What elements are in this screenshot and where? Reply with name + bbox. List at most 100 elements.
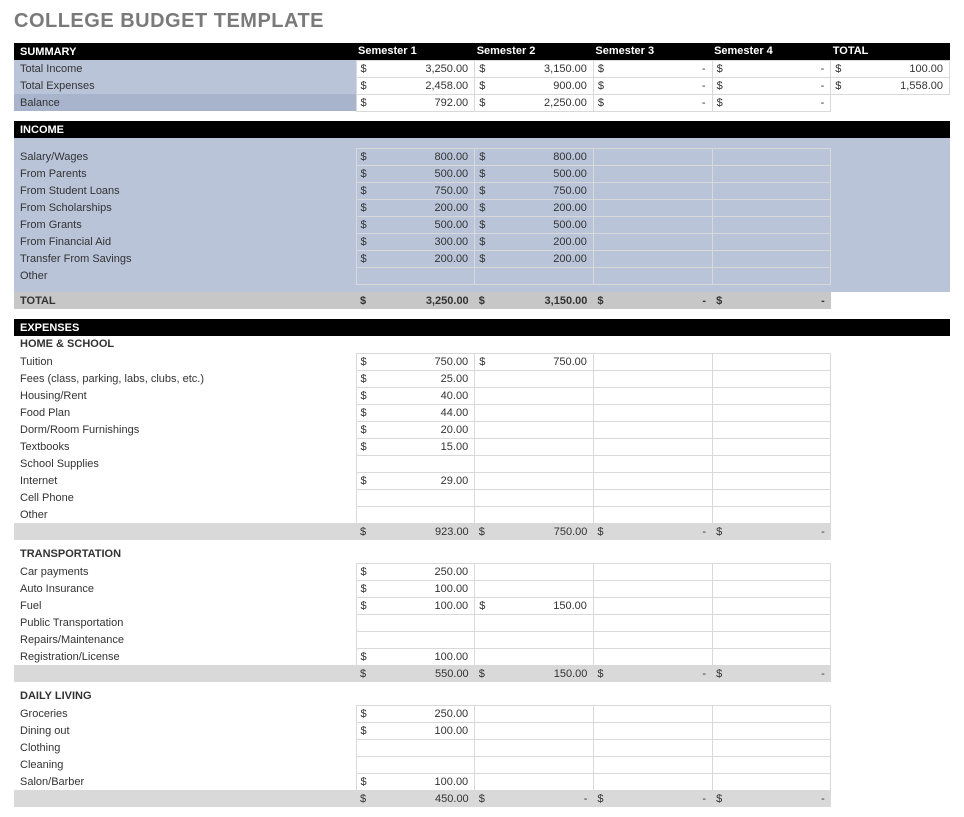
money-cell[interactable] <box>712 267 831 284</box>
money-cell[interactable] <box>593 199 712 216</box>
money-cell[interactable] <box>475 648 594 665</box>
money-cell[interactable] <box>712 148 831 165</box>
money-cell[interactable]: $100.00 <box>356 597 475 614</box>
money-cell[interactable]: $250.00 <box>356 705 475 722</box>
money-cell[interactable] <box>712 421 831 438</box>
money-cell[interactable] <box>593 489 712 506</box>
money-cell[interactable] <box>712 614 831 631</box>
money-cell[interactable]: $200.00 <box>475 233 594 250</box>
money-cell[interactable] <box>356 631 475 648</box>
money-cell[interactable] <box>356 756 475 773</box>
money-cell[interactable] <box>712 250 831 267</box>
money-cell[interactable] <box>475 739 594 756</box>
money-cell[interactable]: $29.00 <box>356 472 475 489</box>
money-cell[interactable] <box>356 739 475 756</box>
money-cell[interactable] <box>475 438 594 455</box>
money-cell[interactable]: $300.00 <box>356 233 475 250</box>
money-cell[interactable]: $750.00 <box>356 182 475 199</box>
money-cell[interactable] <box>593 182 712 199</box>
money-cell[interactable] <box>593 614 712 631</box>
money-cell[interactable]: $15.00 <box>356 438 475 455</box>
money-cell[interactable] <box>593 370 712 387</box>
money-cell[interactable]: $100.00 <box>356 773 475 790</box>
money-cell[interactable] <box>712 438 831 455</box>
money-cell[interactable] <box>712 472 831 489</box>
money-cell[interactable] <box>593 722 712 739</box>
money-cell[interactable] <box>475 421 594 438</box>
money-cell[interactable] <box>712 182 831 199</box>
money-cell[interactable] <box>593 773 712 790</box>
money-cell[interactable] <box>712 739 831 756</box>
money-cell[interactable] <box>593 148 712 165</box>
money-cell[interactable] <box>712 455 831 472</box>
money-cell[interactable] <box>593 165 712 182</box>
money-cell[interactable]: $200.00 <box>356 199 475 216</box>
money-cell[interactable] <box>475 455 594 472</box>
money-cell[interactable] <box>593 739 712 756</box>
money-cell[interactable] <box>712 597 831 614</box>
money-cell[interactable] <box>593 267 712 284</box>
money-cell[interactable]: $44.00 <box>356 404 475 421</box>
money-cell[interactable]: $100.00 <box>356 648 475 665</box>
money-cell[interactable] <box>475 563 594 580</box>
money-cell[interactable] <box>475 267 594 284</box>
money-cell[interactable] <box>593 597 712 614</box>
money-cell[interactable] <box>712 705 831 722</box>
money-cell[interactable] <box>593 216 712 233</box>
money-cell[interactable]: $750.00 <box>475 353 594 370</box>
money-cell[interactable]: $500.00 <box>356 165 475 182</box>
money-cell[interactable] <box>593 756 712 773</box>
money-cell[interactable] <box>593 250 712 267</box>
money-cell[interactable]: $500.00 <box>475 216 594 233</box>
money-cell[interactable]: $150.00 <box>475 597 594 614</box>
money-cell[interactable] <box>712 404 831 421</box>
money-cell[interactable] <box>593 631 712 648</box>
money-cell[interactable]: $800.00 <box>356 148 475 165</box>
money-cell[interactable]: $200.00 <box>356 250 475 267</box>
money-cell[interactable] <box>356 455 475 472</box>
money-cell[interactable] <box>593 421 712 438</box>
money-cell[interactable] <box>712 353 831 370</box>
money-cell[interactable] <box>712 631 831 648</box>
money-cell[interactable] <box>712 199 831 216</box>
money-cell[interactable] <box>712 387 831 404</box>
money-cell[interactable]: $800.00 <box>475 148 594 165</box>
money-cell[interactable] <box>712 580 831 597</box>
money-cell[interactable] <box>593 438 712 455</box>
money-cell[interactable] <box>593 233 712 250</box>
money-cell[interactable] <box>593 705 712 722</box>
money-cell[interactable] <box>475 472 594 489</box>
money-cell[interactable] <box>593 580 712 597</box>
money-cell[interactable]: $200.00 <box>475 199 594 216</box>
money-cell[interactable]: $500.00 <box>475 165 594 182</box>
money-cell[interactable]: $20.00 <box>356 421 475 438</box>
money-cell[interactable] <box>712 756 831 773</box>
money-cell[interactable]: $25.00 <box>356 370 475 387</box>
money-cell[interactable]: $750.00 <box>356 353 475 370</box>
money-cell[interactable] <box>475 773 594 790</box>
money-cell[interactable] <box>593 563 712 580</box>
money-cell[interactable] <box>712 563 831 580</box>
money-cell[interactable] <box>593 404 712 421</box>
money-cell[interactable] <box>475 404 594 421</box>
money-cell[interactable] <box>712 722 831 739</box>
money-cell[interactable]: $40.00 <box>356 387 475 404</box>
money-cell[interactable] <box>593 648 712 665</box>
money-cell[interactable]: $750.00 <box>475 182 594 199</box>
money-cell[interactable]: $100.00 <box>356 580 475 597</box>
money-cell[interactable] <box>593 387 712 404</box>
money-cell[interactable] <box>712 506 831 523</box>
money-cell[interactable] <box>593 455 712 472</box>
money-cell[interactable] <box>593 506 712 523</box>
money-cell[interactable] <box>712 165 831 182</box>
money-cell[interactable]: $200.00 <box>475 250 594 267</box>
money-cell[interactable] <box>475 631 594 648</box>
money-cell[interactable] <box>475 580 594 597</box>
money-cell[interactable] <box>356 489 475 506</box>
money-cell[interactable] <box>356 267 475 284</box>
money-cell[interactable] <box>475 722 594 739</box>
money-cell[interactable] <box>475 705 594 722</box>
money-cell[interactable] <box>712 773 831 790</box>
money-cell[interactable] <box>712 489 831 506</box>
money-cell[interactable] <box>712 216 831 233</box>
